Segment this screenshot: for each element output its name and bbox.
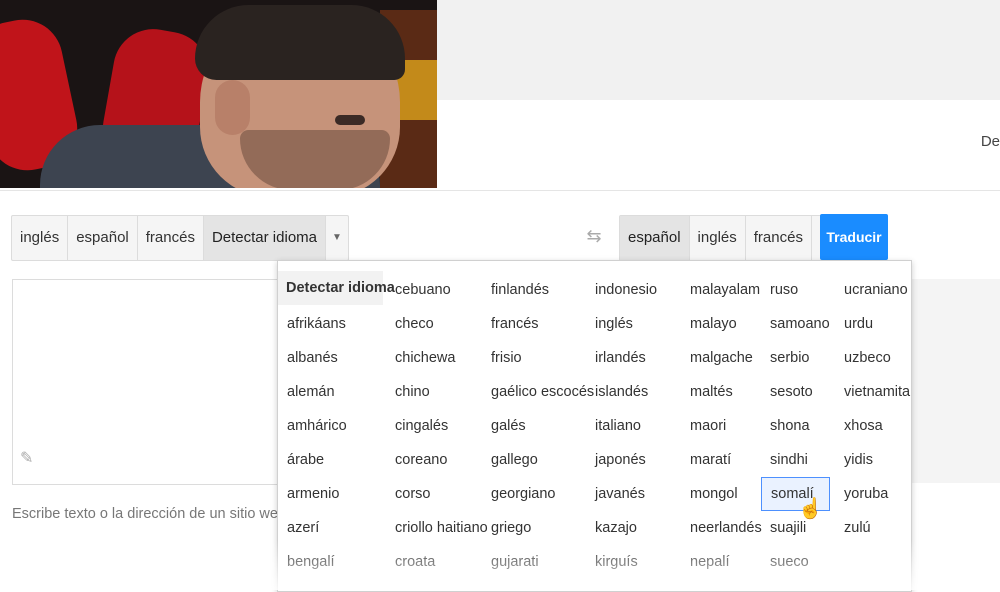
language-option[interactable]: chino xyxy=(386,375,488,409)
translate-button[interactable]: Traducir xyxy=(820,214,888,260)
header-text: De xyxy=(980,133,1000,150)
language-option[interactable]: yidis xyxy=(835,443,910,477)
language-option[interactable]: yoruba xyxy=(835,477,910,511)
language-option[interactable]: vietnamita xyxy=(835,375,910,409)
language-option[interactable]: corso xyxy=(386,477,488,511)
language-option[interactable]: frisio xyxy=(482,341,594,375)
language-column: ucraniano urdu uzbeco vietnamita xhosa yidis y… xyxy=(835,273,910,545)
language-option[interactable]: inglés xyxy=(586,307,657,341)
divider xyxy=(0,190,1000,191)
language-option[interactable]: indonesio xyxy=(586,273,657,307)
language-option[interactable]: gaélico escocés xyxy=(482,375,594,409)
language-option[interactable]: amhárico xyxy=(278,409,383,443)
chevron-down-icon[interactable]: ▼ xyxy=(326,216,348,260)
language-option[interactable]: chichewa xyxy=(386,341,488,375)
language-option[interactable]: japonés xyxy=(586,443,657,477)
language-option[interactable]: islandés xyxy=(586,375,657,409)
language-column: finlandés francés frisio gaélico escocés gal… xyxy=(482,273,594,579)
language-option[interactable]: criollo haitiano xyxy=(386,511,488,545)
source-language-tab[interactable]: Detectar idioma xyxy=(203,216,326,260)
language-option[interactable]: malayo xyxy=(681,307,762,341)
language-option[interactable]: gallego xyxy=(482,443,594,477)
source-language-tab[interactable]: francés xyxy=(138,216,204,260)
language-option[interactable]: sesoto xyxy=(761,375,830,409)
language-option[interactable]: xhosa xyxy=(835,409,910,443)
language-option[interactable]: francés xyxy=(482,307,594,341)
language-option[interactable]: galés xyxy=(482,409,594,443)
source-language-tab[interactable]: español xyxy=(68,216,138,260)
language-column: Detectar idioma afrikáans albanés alemán amh… xyxy=(278,271,395,579)
target-language-tab[interactable]: inglés xyxy=(690,216,746,260)
language-dropdown: Detectar idioma afrikáans albanés alemán amh… xyxy=(277,260,912,592)
language-option[interactable]: albanés xyxy=(278,341,383,375)
language-option[interactable]: neerlandés xyxy=(681,511,762,545)
language-option[interactable]: checo xyxy=(386,307,488,341)
language-option[interactable]: ruso xyxy=(761,273,830,307)
detect-language-item[interactable]: Detectar idioma xyxy=(278,271,395,305)
pencil-icon[interactable]: ✎ xyxy=(20,448,33,468)
language-option[interactable]: irlandés xyxy=(586,341,657,375)
language-option[interactable]: alemán xyxy=(278,375,383,409)
webcam-overlay xyxy=(0,0,437,188)
language-option[interactable]: javanés xyxy=(586,477,657,511)
language-option[interactable]: azerí xyxy=(278,511,383,545)
source-text-input[interactable] xyxy=(12,279,279,485)
language-option[interactable]: malayalam xyxy=(681,273,762,307)
language-option[interactable]: bengalí xyxy=(278,545,383,579)
target-language-tab[interactable]: español xyxy=(620,216,690,260)
source-language-tabs: inglés español francés Detectar idioma ▼ xyxy=(11,215,349,261)
language-option[interactable]: malgache xyxy=(681,341,762,375)
source-language-tab[interactable]: inglés xyxy=(12,216,69,260)
language-option[interactable]: gujarati xyxy=(482,545,594,579)
language-option[interactable]: kazajo xyxy=(586,511,657,545)
swap-languages-icon[interactable]: ⇆ xyxy=(582,224,606,248)
language-option[interactable]: cebuano xyxy=(386,273,488,307)
target-language-tabs: españolinglésfrancés▼ xyxy=(619,215,835,261)
language-option[interactable]: finlandés xyxy=(482,273,594,307)
language-column: ruso samoano serbio sesoto shona sindhi somalí… xyxy=(761,273,830,579)
language-option[interactable]: urdu xyxy=(835,307,910,341)
language-option[interactable]: griego xyxy=(482,511,594,545)
language-option[interactable]: maratí xyxy=(681,443,762,477)
language-option[interactable]: georgiano xyxy=(482,477,594,511)
language-option[interactable]: sindhi xyxy=(761,443,830,477)
target-language-tab[interactable]: francés xyxy=(746,216,812,260)
mouse-cursor-icon: ☝ xyxy=(798,498,823,520)
language-option[interactable]: serbio xyxy=(761,341,830,375)
language-column: indonesio inglés irlandés islandés italiano j… xyxy=(586,273,657,579)
language-option[interactable]: shona xyxy=(761,409,830,443)
language-option[interactable]: ucraniano xyxy=(835,273,910,307)
language-option[interactable]: armenio xyxy=(278,477,383,511)
language-column: cebuano checo chichewa chino cingalés coreano… xyxy=(386,273,488,579)
language-column: malayalam malayo malgache maltés maori maratí… xyxy=(681,273,762,579)
language-option[interactable]: mongol xyxy=(681,477,762,511)
language-option[interactable]: coreano xyxy=(386,443,488,477)
language-option[interactable]: uzbeco xyxy=(835,341,910,375)
language-option[interactable]: croata xyxy=(386,545,488,579)
language-option[interactable]: sueco xyxy=(761,545,830,579)
language-option[interactable]: afrikáans xyxy=(278,307,383,341)
translation-output xyxy=(910,279,1000,483)
language-option[interactable]: cingalés xyxy=(386,409,488,443)
language-option[interactable]: kirguís xyxy=(586,545,657,579)
language-option[interactable]: italiano xyxy=(586,409,657,443)
language-option[interactable]: árabe xyxy=(278,443,383,477)
language-option[interactable]: maltés xyxy=(681,375,762,409)
language-option[interactable]: zulú xyxy=(835,511,910,545)
language-option[interactable]: nepalí xyxy=(681,545,762,579)
language-option[interactable]: maori xyxy=(681,409,762,443)
language-option[interactable]: samoano xyxy=(761,307,830,341)
hint-text: Escribe texto o la dirección de un sitio… xyxy=(12,506,278,522)
